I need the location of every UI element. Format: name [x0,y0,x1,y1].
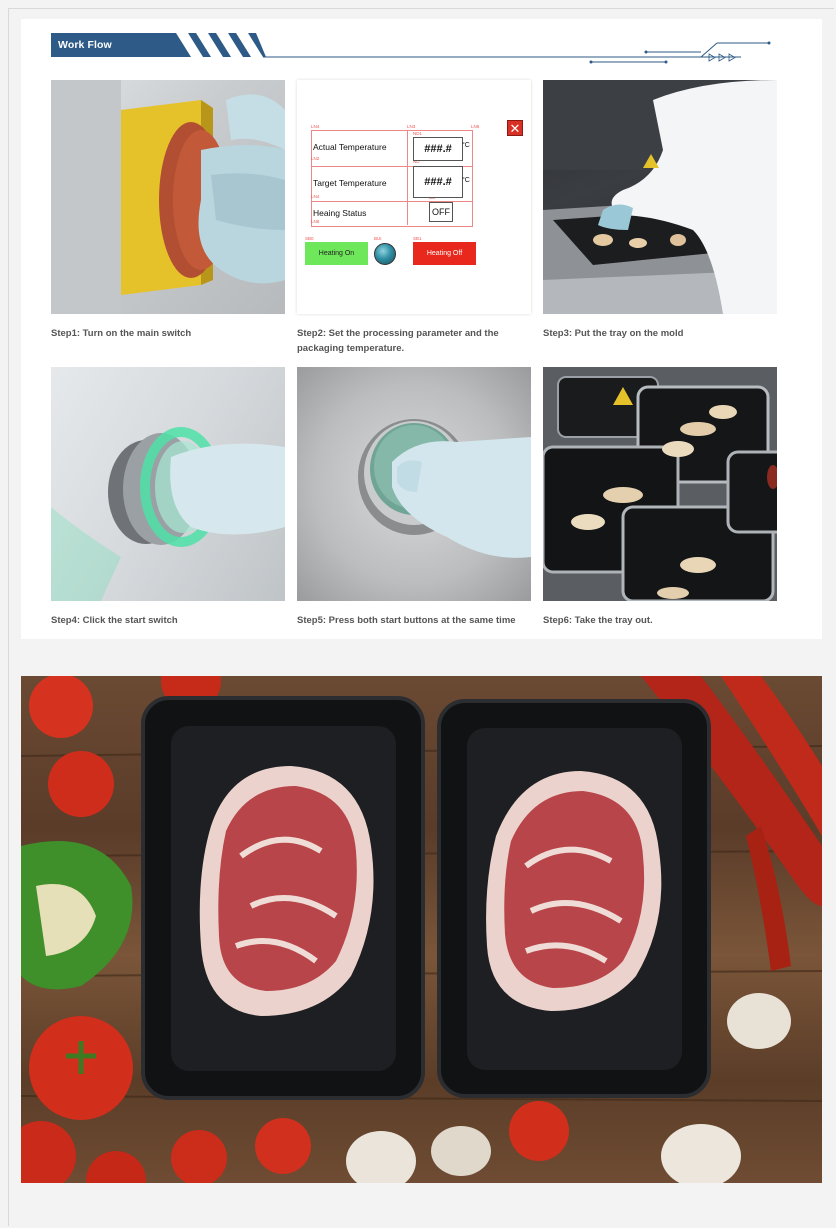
step-3-caption: Step3: Put the tray on the mold [543,328,684,339]
tag-ln3: LN3 [407,124,416,129]
step-4-image [51,367,285,601]
step-1-caption: Step1: Turn on the main switch [51,328,192,339]
tag-sb0: SB0 [305,236,314,241]
step-4-caption: Step4: Click the start switch [51,615,178,626]
workflow-title: Work Flow [58,39,112,51]
tag-ln4: LN4 [311,124,320,129]
step-6-caption: Step6: Take the tray out. [543,615,653,626]
tag-ln6: LN6 [311,219,320,224]
header-banner-graphic [51,33,771,64]
heating-status-indicator: OFF [429,202,453,222]
step-5-image [297,367,531,601]
actual-temp-display: ###.# [413,137,463,161]
tag-ln2: LN2 [311,156,320,161]
heating-indicator-lamp [374,243,396,265]
step-2-caption: Step2: Set the processing parameter and … [297,328,499,354]
workflow-header: Work Flow [51,33,801,73]
tag-nd1: ND1 [413,131,423,136]
tag-bui: BUI [374,236,382,241]
panel-divider [407,130,408,225]
workflow-card: Work Flow Step1: Turn on the main switch [21,19,822,639]
step-6-image [543,367,777,601]
heating-on-button[interactable]: Heating On [305,242,368,265]
actual-temp-label: Actual Temperature [313,142,387,152]
target-temp-unit: °C [462,177,470,184]
heating-off-button[interactable]: Heating Off [413,242,476,265]
actual-temp-unit: °C [462,142,470,149]
target-temp-label: Target Temperature [313,178,387,188]
step-1-image [51,80,285,314]
step-5-caption: Step5: Press both start buttons at the s… [297,615,516,626]
control-panel-image: LN4 LN3 LN5 ND1 LN2 ND LN4 BU LN6 Actual… [297,80,531,314]
tag-sb1: SB1 [413,236,422,241]
tag-ln4b: LN4 [311,194,320,199]
target-temp-input[interactable]: ###.# [413,166,463,198]
close-button[interactable]: ✕ [507,120,523,136]
tag-ln5: LN5 [471,124,480,129]
product-photo [21,676,822,1183]
step-3-image [543,80,777,314]
status-label: Heaing Status [313,208,367,218]
